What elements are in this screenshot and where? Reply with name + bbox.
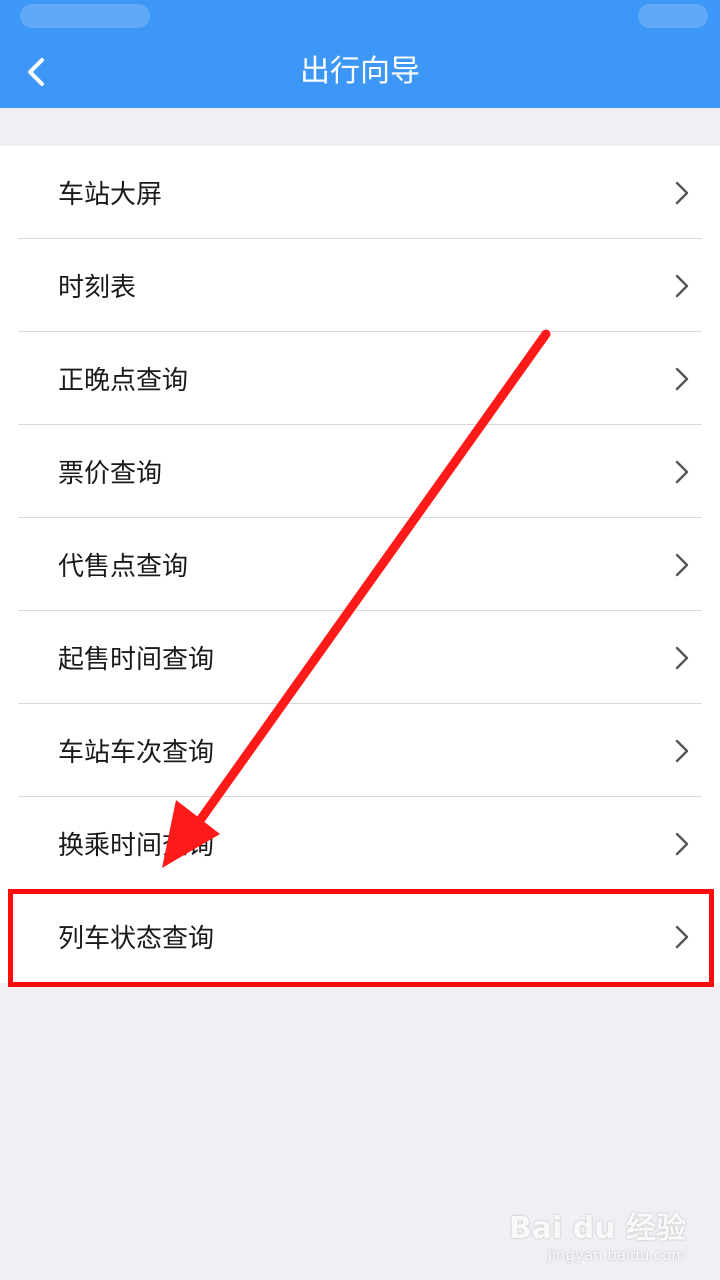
menu-item-delay-query[interactable]: 正晚点查询: [0, 332, 720, 425]
menu-item-label: 换乘时间查询: [58, 831, 215, 861]
baidu-jingyan-watermark: Bai du 经验 jingyan.baidu.com: [508, 1211, 686, 1265]
menu-item-label: 列车状态查询: [58, 924, 215, 954]
chevron-right-icon: [675, 646, 689, 669]
watermark-main: Bai du 经验: [508, 1211, 686, 1246]
chevron-right-icon: [675, 832, 689, 855]
chevron-right-icon: [675, 181, 689, 204]
menu-item-station-trains-query[interactable]: 车站车次查询: [0, 704, 720, 797]
back-button[interactable]: [14, 50, 58, 94]
menu-item-timetable[interactable]: 时刻表: [0, 239, 720, 332]
screen: 出行向导 车站大屏 时刻表 正晚点查询 票价查询 代售点查询 起售时间查询 车站…: [0, 0, 720, 1280]
menu-item-label: 代售点查询: [58, 552, 189, 582]
chevron-right-icon: [675, 925, 689, 948]
status-bar-right: [638, 4, 708, 28]
chevron-right-icon: [675, 460, 689, 483]
menu-item-label: 车站大屏: [58, 180, 163, 210]
menu-item-label: 时刻表: [58, 273, 137, 303]
menu-list: 车站大屏 时刻表 正晚点查询 票价查询 代售点查询 起售时间查询 车站车次查询 …: [0, 146, 720, 983]
nav-bar: 出行向导: [0, 0, 720, 108]
status-bar-left: [20, 4, 150, 28]
menu-item-station-screen[interactable]: 车站大屏: [0, 146, 720, 239]
chevron-left-icon: [28, 58, 44, 86]
menu-item-sale-time-query[interactable]: 起售时间查询: [0, 611, 720, 704]
menu-item-agency-query[interactable]: 代售点查询: [0, 518, 720, 611]
menu-item-label: 正晚点查询: [58, 366, 189, 396]
menu-item-transfer-time-query[interactable]: 换乘时间查询: [0, 797, 720, 890]
page-title: 出行向导: [300, 54, 420, 89]
chevron-right-icon: [675, 367, 689, 390]
menu-item-label: 票价查询: [58, 459, 163, 489]
chevron-right-icon: [675, 739, 689, 762]
chevron-right-icon: [675, 553, 689, 576]
chevron-right-icon: [675, 274, 689, 297]
menu-item-train-status-query[interactable]: 列车状态查询: [0, 890, 720, 983]
menu-item-label: 车站车次查询: [58, 738, 215, 768]
menu-item-label: 起售时间查询: [58, 645, 215, 675]
watermark-sub: jingyan.baidu.com: [547, 1246, 686, 1264]
menu-item-fare-query[interactable]: 票价查询: [0, 425, 720, 518]
